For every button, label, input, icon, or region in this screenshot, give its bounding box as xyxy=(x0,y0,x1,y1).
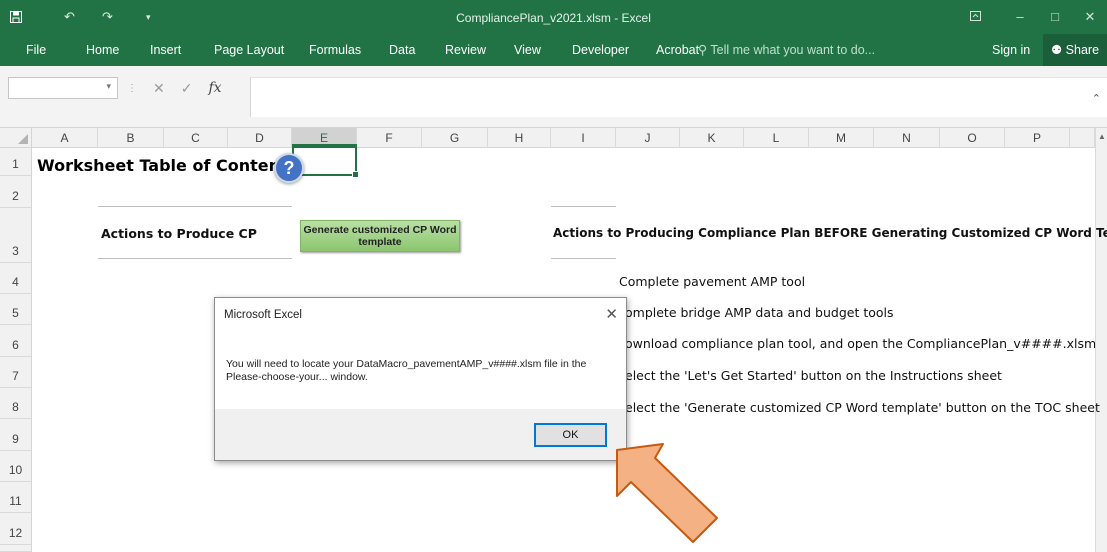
pointer-arrow-icon xyxy=(616,443,718,543)
column-header-partial[interactable] xyxy=(1070,128,1095,148)
step-text: ownload compliance plan tool, and open t… xyxy=(625,336,1095,351)
customize-quick-access-icon[interactable]: ▾ xyxy=(146,0,151,34)
row-header[interactable]: 5 xyxy=(0,294,32,325)
tell-me-search[interactable]: ⚲ Tell me what you want to do... xyxy=(698,34,875,66)
step-text: omplete bridge AMP data and budget tools xyxy=(625,305,894,320)
share-label: Share xyxy=(1065,43,1100,57)
column-header[interactable]: D xyxy=(228,128,292,148)
formula-input[interactable]: ⌃ xyxy=(250,77,1107,117)
vertical-scrollbar[interactable]: ▲ xyxy=(1095,128,1107,552)
divider xyxy=(98,258,292,259)
column-header[interactable]: J xyxy=(616,128,680,148)
tell-me-text: Tell me what you want to do... xyxy=(710,43,876,57)
step-text: elect the 'Generate customized CP Word t… xyxy=(625,400,1100,415)
column-header[interactable]: H xyxy=(488,128,551,148)
cancel-icon[interactable]: ✕ xyxy=(153,80,165,97)
row-header[interactable]: 8 xyxy=(0,388,32,419)
column-header[interactable]: C xyxy=(164,128,228,148)
row-header[interactable]: 9 xyxy=(0,419,32,451)
row-header[interactable]: 7 xyxy=(0,357,32,388)
row-header[interactable]: 10 xyxy=(0,451,32,482)
close-window-icon[interactable]: ✕ xyxy=(1073,0,1107,34)
ribbon-tabs: File Home Insert Page Layout Formulas Da… xyxy=(0,34,1107,66)
column-header[interactable]: L xyxy=(744,128,809,148)
dialog-title: Microsoft Excel xyxy=(224,309,302,321)
dialog-close-icon[interactable]: ✕ xyxy=(605,305,618,323)
share-button[interactable]: ⚉ Share xyxy=(1043,34,1107,66)
divider xyxy=(551,258,616,259)
column-header[interactable]: O xyxy=(940,128,1005,148)
column-header[interactable]: G xyxy=(422,128,488,148)
column-header[interactable]: F xyxy=(357,128,422,148)
column-header[interactable]: N xyxy=(874,128,940,148)
column-header[interactable]: A xyxy=(32,128,98,148)
help-question-icon[interactable]: ? xyxy=(274,153,304,183)
column-header[interactable]: B xyxy=(98,128,164,148)
row-header-partial[interactable] xyxy=(0,545,32,552)
window-title: CompliancePlan_v2021.xlsm - Excel xyxy=(456,11,651,25)
column-header[interactable]: P xyxy=(1005,128,1070,148)
ok-button[interactable]: OK xyxy=(534,423,607,447)
formula-icons: ⋮ ✕ ✓ fx xyxy=(127,77,222,99)
tab-data[interactable]: Data xyxy=(389,34,415,66)
name-box[interactable]: ▾ xyxy=(8,77,118,99)
save-icon[interactable] xyxy=(10,0,22,34)
divider xyxy=(551,206,616,207)
select-all-corner[interactable] xyxy=(0,128,32,148)
tab-file[interactable]: File xyxy=(26,34,46,66)
row-header[interactable]: 1 xyxy=(0,148,32,176)
row-header[interactable]: 11 xyxy=(0,482,32,513)
redo-icon[interactable]: ↷ xyxy=(102,0,113,34)
divider xyxy=(98,206,292,207)
maximize-icon[interactable]: □ xyxy=(1038,0,1072,34)
lightbulb-icon: ⚲ xyxy=(698,43,708,57)
tab-page-layout[interactable]: Page Layout xyxy=(214,34,284,66)
column-header[interactable]: M xyxy=(809,128,874,148)
scroll-up-icon[interactable]: ▲ xyxy=(1098,132,1106,141)
actions-label: Actions to Produce CP xyxy=(101,226,257,241)
row-header[interactable]: 2 xyxy=(0,176,32,208)
step-text: Complete pavement AMP tool xyxy=(619,274,806,289)
tab-acrobat[interactable]: Acrobat xyxy=(656,34,699,66)
tab-review[interactable]: Review xyxy=(445,34,486,66)
person-icon: ⚉ xyxy=(1050,43,1063,57)
collapse-ribbon-icon[interactable]: ⌃ xyxy=(1092,92,1101,105)
tab-home[interactable]: Home xyxy=(86,34,119,66)
worksheet-title: Worksheet Table of Contents xyxy=(37,156,298,175)
message-dialog: Microsoft Excel ✕ You will need to locat… xyxy=(214,297,627,461)
minimize-icon[interactable]: – xyxy=(1003,0,1037,34)
formula-bar: ▾ ⋮ ✕ ✓ fx ⌃ xyxy=(0,66,1107,128)
tab-formulas[interactable]: Formulas xyxy=(309,34,361,66)
sign-in-link[interactable]: Sign in xyxy=(992,34,1030,66)
enter-icon[interactable]: ✓ xyxy=(181,80,193,97)
name-box-dropdown-icon[interactable]: ▾ xyxy=(106,81,111,92)
dialog-message: You will need to locate your DataMacro_p… xyxy=(226,358,587,383)
row-header[interactable]: 12 xyxy=(0,513,32,545)
generate-template-button[interactable]: Generate customized CP Word template xyxy=(300,220,460,252)
tab-view[interactable]: View xyxy=(514,34,541,66)
tab-insert[interactable]: Insert xyxy=(150,34,181,66)
title-bar: ↶ ↷ ▾ CompliancePlan_v2021.xlsm - Excel … xyxy=(0,0,1107,34)
tab-developer[interactable]: Developer xyxy=(572,34,629,66)
insert-function-icon[interactable]: fx xyxy=(208,80,221,96)
undo-icon[interactable]: ↶ xyxy=(64,0,75,34)
step-text: elect the 'Let's Get Started' button on … xyxy=(625,368,1002,383)
row-header[interactable]: 6 xyxy=(0,325,32,357)
row-header[interactable]: 3 xyxy=(0,208,32,263)
column-header[interactable]: K xyxy=(680,128,744,148)
row-header[interactable]: 4 xyxy=(0,263,32,294)
before-actions-label: Actions to Producing Compliance Plan BEF… xyxy=(553,226,1107,240)
more-icon: ⋮ xyxy=(127,82,137,94)
column-header[interactable]: I xyxy=(551,128,616,148)
ribbon-display-options-icon[interactable] xyxy=(958,0,992,34)
